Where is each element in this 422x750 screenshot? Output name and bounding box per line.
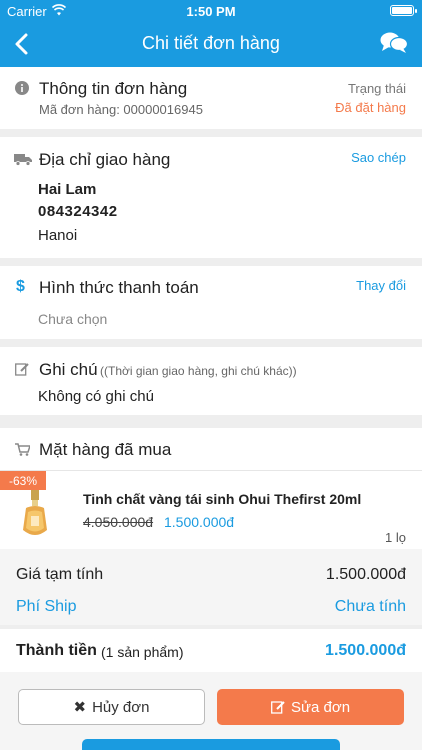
order-info-section: Thông tin đơn hàng Mã đơn hàng: 00000016…: [0, 67, 422, 129]
payment-title: Hình thức thanh toán: [39, 278, 199, 297]
product-quantity: 1 lọ: [385, 530, 406, 545]
product-old-price: 4.050.000đ: [83, 514, 154, 530]
recipient-phone: 084324342: [38, 203, 118, 220]
dollar-icon: $: [16, 278, 25, 295]
subtotal-value: 1.500.000đ: [325, 566, 406, 583]
order-info-title: Thông tin đơn hàng: [39, 79, 188, 98]
info-icon: [15, 81, 29, 95]
status-badge: Đã đặt hàng: [335, 100, 406, 115]
bottom-primary-button[interactable]: [82, 739, 340, 750]
cart-icon: [15, 443, 30, 456]
total-section: Thành tiền (1 sản phẩm) 1.500.000đ: [0, 629, 422, 672]
subtotal-label: Giá tạm tính: [16, 566, 104, 583]
status-bar: Carrier 1:50 PM: [0, 0, 422, 22]
product-image[interactable]: [20, 490, 50, 540]
app-header: Carrier 1:50 PM Chi tiết đơn hàng: [0, 0, 422, 67]
divider: [0, 470, 422, 471]
chat-icon[interactable]: [380, 31, 408, 55]
action-bar: ✖ Hủy đơn Sửa đơn: [0, 672, 422, 750]
recipient-name: Hai Lam: [38, 181, 97, 198]
note-section[interactable]: Ghi chú ((Thời gian giao hàng, ghi chú k…: [0, 347, 422, 415]
nav-bar: Chi tiết đơn hàng: [0, 22, 422, 67]
note-title: Ghi chú: [39, 360, 98, 379]
close-icon: ✖: [73, 699, 87, 716]
battery-icon: [390, 5, 417, 16]
cancel-order-label: Hủy đơn: [92, 698, 150, 716]
edit-icon: [15, 363, 29, 376]
cancel-order-button[interactable]: ✖ Hủy đơn: [18, 689, 205, 725]
copy-address-button[interactable]: Sao chép: [351, 150, 406, 165]
payment-section: $ Hình thức thanh toán Thay đổi Chưa chọ…: [0, 266, 422, 339]
shipping-fee-value: Chưa tính: [334, 598, 406, 615]
shipping-title: Địa chỉ giao hàng: [39, 150, 171, 169]
note-value: Không có ghi chú: [38, 388, 154, 405]
summary-section: Giá tạm tính 1.500.000đ Phí Ship Chưa tí…: [0, 549, 422, 625]
items-title: Mặt hàng đã mua: [39, 440, 172, 459]
clock: 1:50 PM: [186, 4, 236, 19]
edit-order-label: Sửa đơn: [290, 698, 351, 716]
payment-value: Chưa chọn: [38, 311, 108, 327]
note-hint: ((Thời gian giao hàng, ghi chú khác)): [100, 364, 297, 378]
items-section: Mặt hàng đã mua -63% Tinh chất vàng tái …: [0, 428, 422, 549]
edit-order-button[interactable]: Sửa đơn: [217, 689, 404, 725]
status-label: Trạng thái: [347, 81, 406, 96]
shipping-section: Địa chỉ giao hàng Sao chép Hai Lam 08432…: [0, 137, 422, 258]
page-title: Chi tiết đơn hàng: [142, 33, 280, 53]
shipping-fee-label: Phí Ship: [16, 598, 77, 615]
total-value: 1.500.000đ: [325, 642, 406, 659]
discount-badge: -63%: [0, 471, 46, 490]
total-label: Thành tiền: [16, 642, 97, 659]
recipient-address: Hanoi: [38, 227, 78, 244]
truck-icon: [14, 154, 32, 166]
total-count: (1 sản phẩm): [101, 644, 184, 660]
order-code: Mã đơn hàng: 00000016945: [39, 102, 203, 117]
product-new-price: 1.500.000đ: [164, 514, 235, 530]
edit-icon: [271, 701, 285, 714]
product-name[interactable]: Tinh chất vàng tái sinh Ohui Thefirst 20…: [83, 491, 361, 507]
change-payment-button[interactable]: Thay đổi: [356, 278, 406, 293]
